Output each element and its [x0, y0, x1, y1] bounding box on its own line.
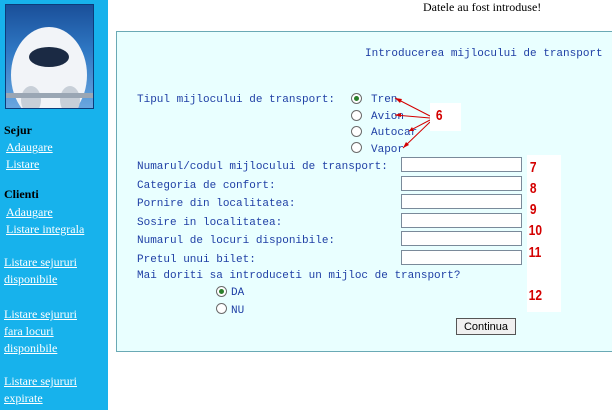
form-panel: Introducerea mijlocului de transport Tip… [116, 31, 612, 352]
annotation-number-10: 10 [528, 222, 543, 239]
link-line: Listare sejururi [4, 307, 77, 321]
airplane-image [5, 4, 94, 109]
link-line: Listare sejururi [4, 374, 77, 388]
link-line: disponibile [4, 341, 58, 355]
annotation-number-8: 8 [529, 180, 537, 197]
annotation-box-6 [430, 103, 461, 131]
sejur-adaugare-link[interactable]: Adaugare [6, 139, 53, 156]
section-title-clienti: Clienti [4, 187, 39, 201]
listare-sejururi-expirate-link[interactable]: Listare sejururi expirate [4, 373, 77, 407]
link-line: fara locuri [4, 324, 54, 338]
sejur-listare-link[interactable]: Listare [6, 156, 39, 173]
status-message: Datele au fost introduse! [423, 0, 542, 14]
clienti-adaugare-link[interactable]: Adaugare [6, 204, 53, 221]
listare-sejururi-fara-locuri-link[interactable]: Listare sejururi fara locuri disponibile [4, 306, 77, 357]
link-line: disponibile [4, 272, 58, 286]
annotation-number-11: 11 [528, 244, 542, 261]
section-title-sejur: Sejur [4, 123, 32, 137]
annotation-number-6: 6 [435, 107, 443, 124]
link-line: expirate [4, 391, 43, 405]
link-line: Listare sejururi [4, 255, 77, 269]
annotation-number-7: 7 [529, 159, 537, 176]
annotation-number-9: 9 [529, 201, 537, 218]
listare-sejururi-disponibile-link[interactable]: Listare sejururi disponibile [4, 254, 77, 288]
sidebar: Sejur Adaugare Listare Clienti Adaugare … [0, 0, 108, 410]
clienti-listare-integrala-link[interactable]: Listare integrala [6, 221, 84, 238]
annotation-number-12: 12 [528, 287, 543, 304]
